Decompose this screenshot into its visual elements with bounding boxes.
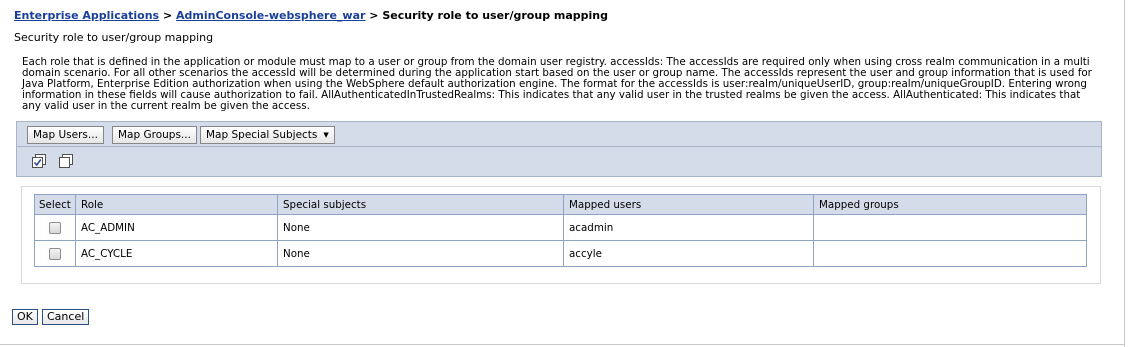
cancel-button[interactable]: Cancel [42,309,90,325]
column-header-special-subjects[interactable]: Special subjects [277,194,564,215]
map-users-label: Map Users... [33,129,98,141]
table-row: AC_CYCLE None accyle [34,240,1087,267]
role-mapping-table: Select Role Special subjects Mapped user… [34,194,1087,267]
table-header-row: Select Role Special subjects Mapped user… [34,194,1087,215]
column-header-role[interactable]: Role [75,194,278,215]
map-special-subjects-label: Map Special Subjects [206,129,318,141]
mapped-groups-cell [813,240,1087,267]
row-select-cell [34,214,76,241]
mapping-toolbar: Map Users... Map Groups... Map Special S… [16,121,1102,149]
breadcrumb-link-enterprise-applications[interactable]: Enterprise Applications [14,9,159,22]
ok-button[interactable]: OK [12,309,38,325]
window-bottom-border [0,344,1125,345]
special-subjects-cell: None [277,240,564,267]
column-header-mapped-users[interactable]: Mapped users [563,194,814,215]
column-header-select[interactable]: Select [34,194,76,215]
row-select-checkbox[interactable] [49,221,61,234]
row-select-checkbox[interactable] [49,247,61,260]
mapped-users-cell: accyle [563,240,814,267]
deselect-all-icon[interactable] [58,153,74,169]
ok-button-label: OK [17,310,33,323]
map-groups-button[interactable]: Map Groups... [112,126,197,144]
dropdown-caret-icon: ▼ [323,131,329,139]
breadcrumb: Enterprise Applications > AdminConsole-w… [14,9,608,22]
page-subtitle: Security role to user/group mapping [14,31,214,44]
map-special-subjects-button[interactable]: Map Special Subjects ▼ [200,126,335,144]
breadcrumb-separator: > [369,9,379,22]
breadcrumb-current: Security role to user/group mapping [382,9,608,22]
column-header-mapped-groups[interactable]: Mapped groups [813,194,1087,215]
table-row: AC_ADMIN None acadmin [34,214,1087,241]
page-description: Each role that is defined in the applica… [22,56,1092,112]
mapped-users-cell: acadmin [563,214,814,241]
selection-icon-bar [16,146,1102,177]
row-select-cell [34,240,76,267]
window-right-border [1124,0,1125,347]
special-subjects-cell: None [277,214,564,241]
breadcrumb-separator: > [162,9,173,22]
cancel-button-label: Cancel [47,310,85,323]
role-cell: AC_CYCLE [75,240,278,267]
map-groups-label: Map Groups... [118,129,191,141]
role-cell: AC_ADMIN [75,214,278,241]
select-all-icon[interactable] [31,153,47,169]
map-users-button[interactable]: Map Users... [27,126,104,144]
breadcrumb-link-application[interactable]: AdminConsole-websphere_war [176,9,365,22]
mapped-groups-cell [813,214,1087,241]
